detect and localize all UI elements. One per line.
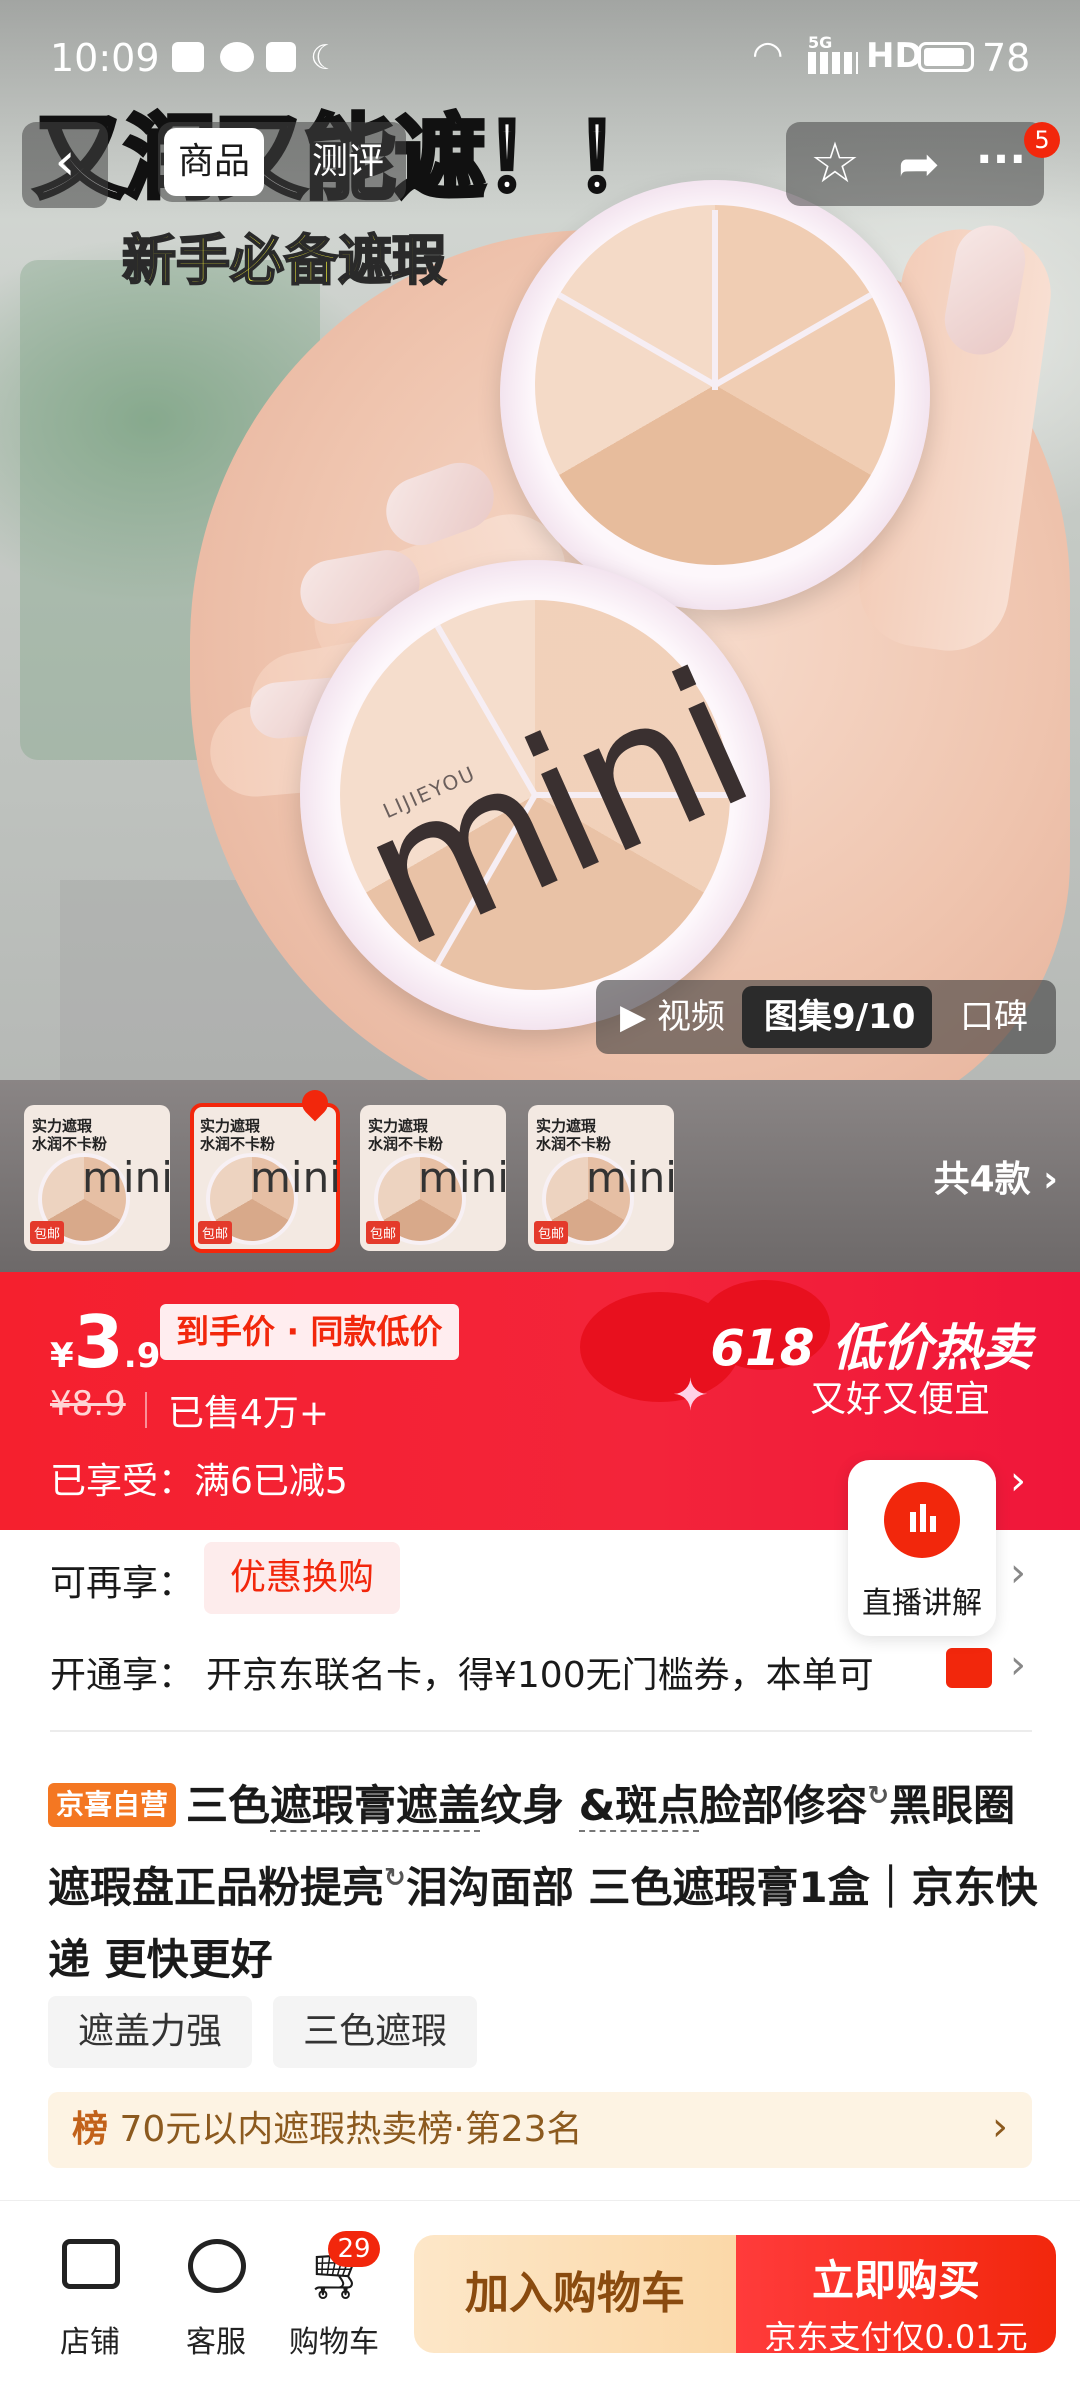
moon-icon: ☾ xyxy=(310,38,341,78)
back-arrow-icon: ‹ xyxy=(54,132,76,192)
more-badge: 5 xyxy=(1024,122,1060,158)
chevron-right-icon: › xyxy=(1030,1159,1058,1200)
product-detail-screen: { "status_bar": { "time": "10:09", "netw… xyxy=(0,0,1080,2400)
original-price: ¥8.9 xyxy=(50,1384,126,1424)
card-offer-text[interactable]: 开京东联名卡，得¥100无门槛券，本单可 xyxy=(206,1646,916,1698)
variant-thumbnails: mini 实力遮瑕 水润不卡粉 包邮 mini 实力遮瑕 水润不卡粉 包邮 mi… xyxy=(0,1080,1080,1272)
refresh-icon: ↻ xyxy=(384,1863,406,1893)
notification-bell-icon xyxy=(266,42,296,72)
sparkle-icon: ✦ xyxy=(672,1370,709,1421)
variant-thumb-selected[interactable]: mini 实力遮瑕 水润不卡粉 包邮 xyxy=(190,1103,340,1253)
media-tab-video[interactable]: ▶ 视频 xyxy=(620,980,725,1054)
variant-thumb[interactable]: mini 实力遮瑕 水润不卡粉 包邮 xyxy=(24,1105,170,1251)
chevron-right-icon[interactable]: › xyxy=(1010,1458,1026,1504)
promo-subtitle: 又好又便宜 xyxy=(809,1379,990,1420)
keyword-link[interactable]: 遮瑕膏遮盖 xyxy=(270,1781,481,1832)
variant-thumb[interactable]: mini 实力遮瑕 水润不卡粉 包邮 xyxy=(528,1105,674,1251)
media-switcher: ▶ 视频 图集9/10 口碑 xyxy=(596,980,1056,1054)
media-tab-reviews[interactable]: 口碑 xyxy=(960,980,1028,1054)
card-offer-label: 开通享： xyxy=(50,1655,195,1696)
cart-button[interactable]: 🛒︎ 29 购物车 xyxy=(272,2231,396,2369)
sold-count: 已售4万+ xyxy=(168,1393,330,1434)
exchange-offer-chip[interactable]: 优惠换购 xyxy=(204,1542,401,1614)
hero-subline: 新手必备遮瑕 xyxy=(121,228,447,293)
product-title: 京喜自营 三色遮瑕膏遮盖纹身 &斑点脸部修容↻黑眼圈遮瑕盘正品粉提亮↻泪沟面部 三… xyxy=(48,1781,1038,1984)
more-offers-label: 可再享： xyxy=(50,1563,195,1604)
service-face-icon xyxy=(188,2239,246,2293)
cart-badge: 29 xyxy=(328,2231,380,2267)
top-tabs: 商品 测评 xyxy=(158,122,406,202)
price-tag: 到手价 · 同款低价 xyxy=(160,1304,459,1360)
chevron-right-icon[interactable]: › xyxy=(1010,1550,1026,1596)
chevron-right-icon[interactable]: › xyxy=(1010,1642,1026,1688)
current-price: ¥3.9 xyxy=(50,1300,161,1384)
feature-tags: 遮盖力强 三色遮瑕 xyxy=(48,1996,478,2068)
message-icon xyxy=(220,42,254,72)
ranking-icon: 榜 xyxy=(72,2109,109,2150)
refresh-icon: ↻ xyxy=(867,1781,890,1811)
battery-icon xyxy=(918,42,974,72)
network-type: 5G xyxy=(808,33,833,52)
bottom-action-bar: 店铺 客服 🛒︎ 29 购物车 加入购物车 立即购买 京东支付仅0.01元 xyxy=(0,2200,1080,2400)
ranking-text: 70元以内遮瑕热卖榜·第23名 xyxy=(119,2109,583,2150)
feature-tag[interactable]: 三色遮瑕 xyxy=(273,1996,478,2068)
customer-service-button[interactable]: 客服 xyxy=(156,2239,276,2369)
top-actions: ☆ ➦ ··· xyxy=(786,122,1044,206)
tab-product[interactable]: 商品 xyxy=(164,128,265,196)
live-explain-button[interactable]: 直播讲解 xyxy=(848,1460,996,1636)
status-time: 10:09 xyxy=(50,36,160,80)
add-to-cart-button[interactable]: 加入购物车 xyxy=(414,2235,736,2353)
discount-applied: 已享受：满6已减5 xyxy=(50,1461,348,1502)
chevron-right-icon: › xyxy=(992,2104,1008,2150)
favorite-star-icon[interactable]: ☆ xyxy=(800,128,870,200)
battery-level: 78 xyxy=(982,36,1031,80)
wifi-icon: ◠ xyxy=(752,34,784,75)
signal-icon xyxy=(808,52,858,74)
ranking-banner[interactable]: 榜 70元以内遮瑕热卖榜·第23名 › xyxy=(48,2092,1032,2168)
store-button[interactable]: 店铺 xyxy=(30,2239,150,2369)
media-tab-gallery[interactable]: 图集9/10 xyxy=(764,980,915,1054)
variant-thumb[interactable]: mini 实力遮瑕 水润不卡粉 包邮 xyxy=(360,1105,506,1251)
live-icon xyxy=(884,1482,960,1558)
credit-card-icon xyxy=(946,1648,992,1688)
store-icon xyxy=(62,2239,120,2289)
app-notification-icon xyxy=(172,42,204,72)
buy-now-button[interactable]: 立即购买 京东支付仅0.01元 xyxy=(736,2235,1056,2356)
hd-indicator: HD xyxy=(866,36,923,76)
live-label: 直播讲解 xyxy=(862,1586,982,1621)
keyword-link[interactable]: &斑点 xyxy=(578,1781,700,1832)
variant-count-link[interactable]: 共4款 › xyxy=(934,1150,1058,1202)
share-icon[interactable]: ➦ xyxy=(884,128,954,200)
back-button[interactable]: ‹ xyxy=(22,122,108,208)
status-bar: 10:09 ☾ ◠ 5G HD 78 xyxy=(0,0,1080,110)
tab-review[interactable]: 测评 xyxy=(298,128,398,196)
feature-tag[interactable]: 遮盖力强 xyxy=(48,1996,253,2068)
self-operated-tag: 京喜自营 xyxy=(48,1783,177,1827)
